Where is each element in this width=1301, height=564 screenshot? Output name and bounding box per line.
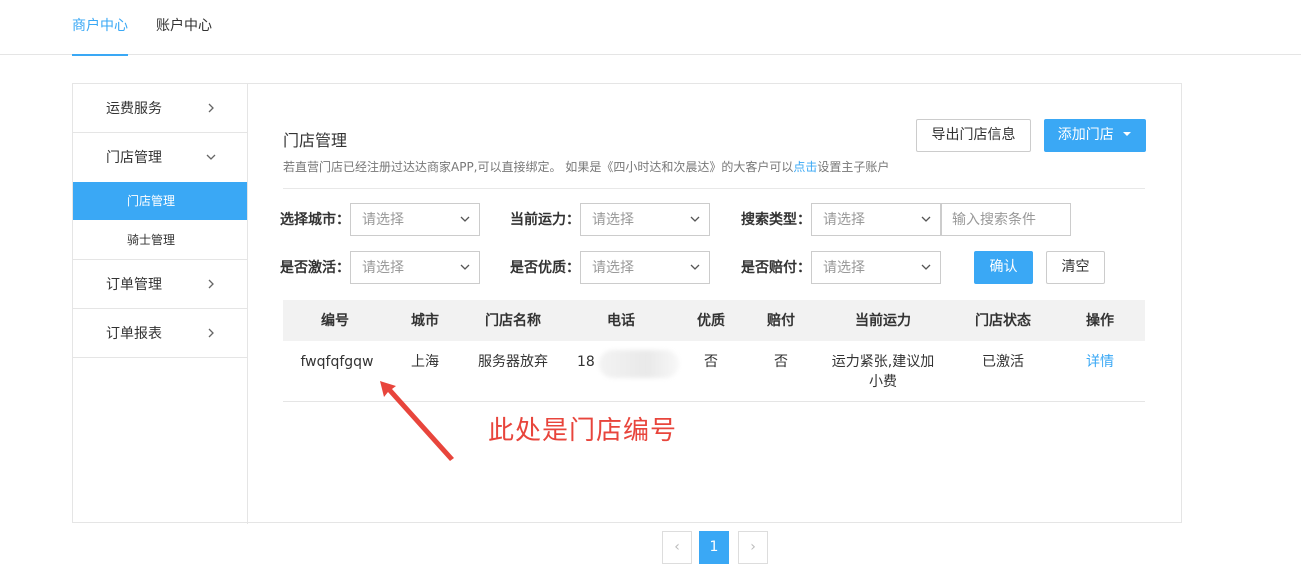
cell-compensation: 否	[774, 354, 788, 370]
cell-city: 上海	[411, 354, 439, 370]
sidebar-subitem-label: 骑士管理	[127, 233, 176, 247]
redacted-phone-blur	[599, 350, 679, 378]
sidebar-item-order-management[interactable]: 订单管理	[73, 260, 247, 309]
add-store-button[interactable]: 添加门店	[1044, 119, 1146, 152]
chevron-down-icon	[921, 264, 931, 270]
page-title: 门店管理	[283, 131, 348, 150]
sidebar-item-label: 订单报表	[106, 326, 162, 342]
add-store-label: 添加门店	[1057, 127, 1114, 143]
subtitle-link[interactable]: 点击	[793, 160, 817, 174]
compensation-select[interactable]: 请选择	[811, 251, 941, 284]
activated-filter-label: 是否激活：	[280, 260, 350, 276]
chevron-right-icon	[208, 279, 214, 289]
sidebar-item-label: 订单管理	[106, 277, 162, 293]
chevron-right-icon	[208, 328, 214, 338]
chevron-down-icon	[690, 264, 700, 270]
tab-account-center[interactable]: 账户中心	[156, 17, 212, 35]
details-link[interactable]: 详情	[1070, 352, 1130, 372]
sidebar-item-order-report[interactable]: 订单报表	[73, 309, 247, 358]
sidebar-item-label: 运费服务	[106, 101, 162, 117]
column-header-action: 操作	[1086, 313, 1114, 329]
compensation-filter-label: 是否赔付：	[741, 260, 811, 276]
table-header: 编号 城市 门店名称 电话 优质 赔付 当前运力 门店状态 操作	[283, 300, 1145, 341]
column-header-phone: 电话	[607, 313, 635, 329]
column-header-city: 城市	[411, 313, 439, 329]
divider	[283, 188, 1145, 189]
sidebar-subitem-rider-management[interactable]: 骑士管理	[73, 221, 247, 260]
select-placeholder: 请选择	[823, 260, 865, 276]
select-placeholder: 请选择	[823, 212, 865, 228]
capacity-filter-label: 当前运力：	[510, 212, 580, 228]
sidebar-subitem-store-management[interactable]: 门店管理	[73, 182, 247, 220]
sidebar-item-store-management[interactable]: 门店管理	[73, 133, 247, 182]
sidebar-subitem-label: 门店管理	[127, 194, 176, 208]
column-header-compensation: 赔付	[767, 313, 795, 329]
pagination-next-button[interactable]: ›	[738, 531, 768, 564]
pagination-prev-button[interactable]: ‹	[662, 531, 692, 564]
tab-merchant-center[interactable]: 商户中心	[72, 17, 128, 35]
column-header-quality: 优质	[697, 313, 725, 329]
page-subtitle: 若直营门店已经注册过达达商家APP,可以直接绑定。 如果是《四小时达和次晨达》的…	[283, 158, 889, 175]
column-header-capacity: 当前运力	[855, 313, 911, 329]
activated-select[interactable]: 请选择	[350, 251, 480, 284]
cell-quality: 否	[704, 354, 718, 370]
cell-status: 已激活	[982, 354, 1024, 370]
select-placeholder: 请选择	[362, 212, 404, 228]
sidebar-item-label: 门店管理	[106, 150, 162, 166]
active-tab-indicator	[72, 54, 128, 56]
subtitle-text-end: 设置主子账户	[817, 160, 890, 174]
pagination-page-1[interactable]: 1	[699, 531, 729, 564]
chevron-down-icon	[460, 264, 470, 270]
cell-capacity: 运力紧张,建议加 小费	[823, 352, 943, 392]
caret-down-icon	[1123, 132, 1132, 136]
search-input[interactable]	[941, 203, 1071, 236]
quality-select[interactable]: 请选择	[580, 251, 710, 284]
select-placeholder: 请选择	[592, 212, 634, 228]
confirm-button[interactable]: 确认	[974, 251, 1033, 284]
column-header-id: 编号	[321, 313, 349, 329]
top-navigation: 商户中心 账户中心	[0, 0, 1301, 56]
city-filter-label: 选择城市：	[280, 212, 350, 228]
cell-phone: 18	[577, 354, 595, 370]
city-select[interactable]: 请选择	[350, 203, 480, 236]
cell-capacity-line2: 小费	[869, 374, 897, 390]
chevron-down-icon	[460, 216, 470, 222]
cell-store-name: 服务器放弃	[478, 354, 548, 370]
annotation-text: 此处是门店编号	[488, 416, 678, 446]
cell-store-id: fwqfqfgqw	[300, 354, 374, 370]
export-store-info-button[interactable]: 导出门店信息	[916, 119, 1031, 152]
select-placeholder: 请选择	[362, 260, 404, 276]
main-card: 运费服务 门店管理 门店管理 骑士管理 订单管理 订单报表 门店管理 若直营门店…	[72, 83, 1182, 564]
annotation-arrow-icon	[380, 381, 454, 461]
capacity-select[interactable]: 请选择	[580, 203, 710, 236]
chevron-down-icon	[206, 154, 216, 160]
select-placeholder: 请选择	[592, 260, 634, 276]
subtitle-text: 若直营门店已经注册过达达商家APP,可以直接绑定。 如果是《四小时达和次晨达》的…	[283, 160, 794, 174]
sidebar: 运费服务 门店管理 门店管理 骑士管理 订单管理 订单报表	[73, 84, 248, 524]
cell-capacity-line1: 运力紧张,建议加	[831, 354, 935, 370]
column-header-store-name: 门店名称	[485, 313, 541, 329]
chevron-down-icon	[690, 216, 700, 222]
column-header-status: 门店状态	[975, 313, 1031, 329]
chevron-down-icon	[921, 216, 931, 222]
clear-button[interactable]: 清空	[1046, 251, 1105, 284]
search-type-filter-label: 搜索类型：	[741, 212, 811, 228]
chevron-right-icon	[208, 103, 214, 113]
search-type-select[interactable]: 请选择	[811, 203, 941, 236]
sidebar-item-freight-service[interactable]: 运费服务	[73, 84, 247, 133]
quality-filter-label: 是否优质：	[510, 260, 580, 276]
